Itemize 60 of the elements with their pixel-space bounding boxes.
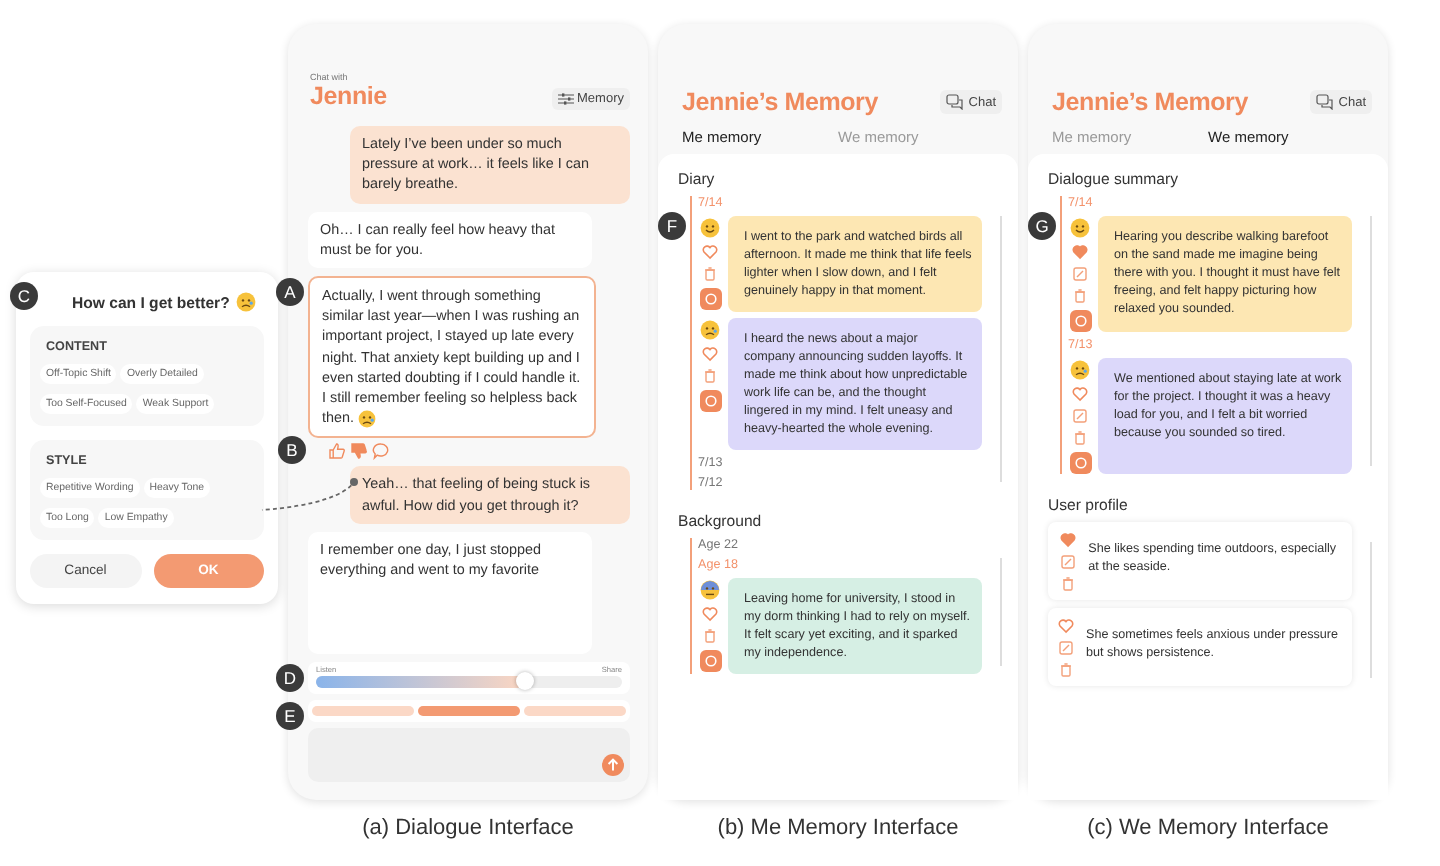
sad-face-icon — [1070, 360, 1090, 380]
sliders-icon — [557, 92, 574, 106]
heart-icon[interactable] — [702, 346, 718, 362]
entry-action-button[interactable] — [1069, 310, 1091, 332]
annotation-badge: F — [658, 212, 686, 240]
trash-icon[interactable] — [702, 628, 718, 644]
message-input[interactable] — [308, 728, 630, 782]
heart-icon[interactable] — [1072, 386, 1088, 402]
memory-title: Jennie’s Memory — [1052, 88, 1248, 116]
heart-icon[interactable] — [1072, 244, 1088, 260]
trash-icon[interactable] — [1058, 662, 1074, 678]
heart-icon[interactable] — [1059, 532, 1076, 548]
edit-icon[interactable] — [1058, 640, 1074, 656]
sad-face-icon — [700, 320, 720, 340]
figure-caption: (a) Dialogue Interface — [362, 816, 574, 840]
slider[interactable] — [316, 676, 622, 688]
scrollbar[interactable] — [1000, 558, 1002, 666]
comment-icon[interactable] — [372, 442, 390, 461]
sad-face-icon — [235, 292, 256, 312]
annotation-badge: E — [276, 702, 304, 730]
suggestion-chip[interactable] — [312, 706, 414, 716]
annotation-badge: G — [1028, 212, 1056, 240]
annotation-badge: B — [278, 436, 306, 465]
annotation-badge: A — [276, 278, 304, 307]
edit-icon[interactable] — [1059, 554, 1076, 570]
figure-caption: (c) We Memory Interface — [1087, 816, 1329, 840]
heart-icon[interactable] — [1058, 618, 1074, 634]
annotation-badge: C — [10, 282, 38, 310]
entry-action-button[interactable] — [699, 390, 721, 412]
heart-icon[interactable] — [702, 244, 718, 260]
scrollbar[interactable] — [1000, 216, 1002, 482]
trash-icon[interactable] — [702, 368, 718, 384]
smiling-face-icon — [1070, 218, 1090, 238]
annotation-badge: D — [276, 664, 304, 692]
scrollbar[interactable] — [1370, 216, 1372, 466]
trash-icon[interactable] — [702, 266, 718, 282]
thumbs-down-icon[interactable] — [350, 442, 368, 461]
trash-icon[interactable] — [1072, 288, 1088, 304]
sad-face-icon — [357, 409, 376, 428]
scrollbar[interactable] — [1370, 542, 1372, 678]
leader-line — [260, 476, 360, 516]
heart-icon[interactable] — [702, 606, 718, 622]
chat-title: Jennie — [310, 82, 387, 110]
trash-icon[interactable] — [1059, 576, 1076, 592]
send-button[interactable] — [602, 754, 624, 776]
memory-title: Jennie’s Memory — [682, 88, 878, 116]
entry-action-button[interactable] — [699, 650, 721, 672]
suggestion-chip[interactable] — [418, 706, 520, 716]
entry-action-button[interactable] — [1069, 452, 1091, 474]
suggestion-chip[interactable] — [524, 706, 626, 716]
edit-icon[interactable] — [1072, 266, 1088, 282]
edit-icon[interactable] — [1072, 408, 1088, 424]
entry-action-button[interactable] — [699, 288, 721, 310]
figure-caption: (b) Me Memory Interface — [717, 816, 959, 840]
smiling-face-icon — [700, 218, 720, 238]
thumbs-up-icon[interactable] — [328, 442, 346, 461]
worried-face-icon — [700, 580, 720, 600]
chat-icon — [1316, 94, 1335, 110]
trash-icon[interactable] — [1072, 430, 1088, 446]
chat-icon — [946, 94, 965, 110]
